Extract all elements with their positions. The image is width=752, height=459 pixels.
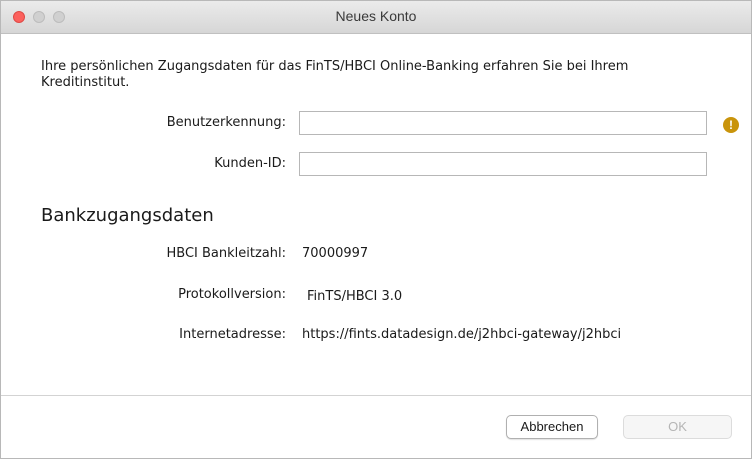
bank-access-heading: Bankzugangsdaten <box>41 205 214 226</box>
protocol-label: Protokollversion: <box>178 287 286 302</box>
user-id-field[interactable] <box>299 111 707 135</box>
warning-icon: ! <box>723 117 739 133</box>
ok-button[interactable]: OK <box>623 415 732 439</box>
footer-divider <box>1 395 751 396</box>
new-account-dialog: Neues Konto Ihre persönlichen Zugangsdat… <box>0 0 752 459</box>
cancel-button[interactable]: Abbrechen <box>506 415 598 439</box>
intro-text: Ihre persönlichen Zugangsdaten für das F… <box>41 59 629 90</box>
url-label: Internetadresse: <box>179 327 286 342</box>
window-title: Neues Konto <box>335 8 417 24</box>
url-value: https://fints.datadesign.de/j2hbci-gatew… <box>302 327 622 342</box>
protocol-value: FinTS/HBCI 3.0 <box>307 289 403 304</box>
blz-label: HBCI Bankleitzahl: <box>166 246 286 261</box>
title-bar[interactable]: Neues Konto <box>1 1 751 34</box>
customer-id-label: Kunden-ID: <box>214 156 286 171</box>
blz-value: 70000997 <box>302 246 369 261</box>
customer-id-field[interactable] <box>299 152 707 176</box>
user-id-label: Benutzerkennung: <box>166 115 286 130</box>
